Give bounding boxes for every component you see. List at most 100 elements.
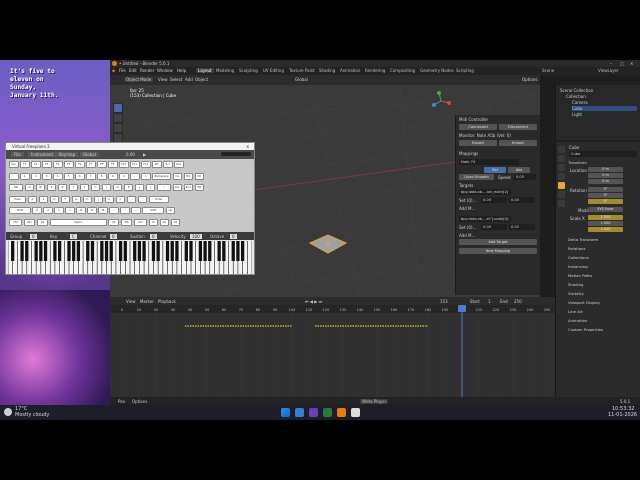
black-key[interactable] bbox=[118, 241, 123, 261]
location-x-field[interactable]: 0 m bbox=[588, 167, 623, 172]
keymap-key[interactable]: R bbox=[57, 184, 68, 191]
keymap-key[interactable]: Caps bbox=[9, 195, 27, 203]
white-key[interactable] bbox=[247, 241, 252, 274]
keymap-key[interactable]: = bbox=[141, 172, 151, 180]
keymap-key[interactable]: PU bbox=[194, 172, 204, 180]
viewport-menu-view[interactable]: View bbox=[158, 77, 168, 82]
keymap-key[interactable]: I bbox=[101, 184, 112, 191]
outliner-scene-collection[interactable]: Scene Collection bbox=[560, 88, 593, 93]
cursor-tool-icon[interactable] bbox=[114, 114, 122, 122]
section-relations[interactable]: Relations bbox=[568, 246, 585, 251]
keymap-key[interactable]: \ bbox=[156, 184, 171, 191]
tab-compositing[interactable]: Compositing bbox=[390, 68, 415, 73]
maximize-button[interactable]: □ bbox=[620, 61, 624, 66]
menu-window[interactable]: Window bbox=[157, 68, 173, 73]
keymap-key[interactable]: ; bbox=[126, 195, 137, 203]
scene-tab-icon[interactable] bbox=[558, 173, 565, 180]
blender-taskbar-icon[interactable] bbox=[337, 408, 346, 417]
keymap-key[interactable]: Hm bbox=[183, 172, 193, 180]
start-icon[interactable] bbox=[281, 408, 290, 417]
keymap-key[interactable]: , bbox=[109, 207, 119, 214]
black-key[interactable] bbox=[25, 241, 29, 261]
keymap-key[interactable]: J bbox=[93, 195, 104, 203]
section-viewport-display[interactable]: Viewport Display bbox=[568, 300, 600, 305]
keymap-key[interactable]: E bbox=[46, 184, 57, 191]
tab-modeling[interactable]: Modeling bbox=[216, 68, 234, 73]
keymap-key[interactable]: G bbox=[71, 195, 82, 203]
black-key[interactable] bbox=[11, 241, 15, 261]
keymap-key[interactable]: Win bbox=[23, 218, 36, 226]
timeline-menu-marker[interactable]: Marker bbox=[140, 299, 154, 304]
menu-edit[interactable]: Edit bbox=[129, 68, 137, 73]
black-key[interactable] bbox=[165, 241, 170, 261]
outliner-item-light[interactable]: Light bbox=[572, 112, 582, 117]
new-mapping-button[interactable]: New Mapping bbox=[459, 248, 537, 254]
black-key[interactable] bbox=[198, 241, 203, 261]
keymap-key[interactable]: Shift bbox=[142, 207, 165, 214]
object-name-field[interactable]: Cube bbox=[569, 151, 637, 157]
tab-rendering[interactable]: Rendering bbox=[365, 68, 385, 73]
keymap-key[interactable]: U bbox=[90, 184, 101, 191]
keymap-key[interactable]: D bbox=[49, 195, 60, 203]
keymap-key[interactable]: Enter bbox=[148, 195, 170, 203]
rotation-y-field[interactable]: 0° bbox=[588, 193, 623, 198]
black-key[interactable] bbox=[240, 241, 245, 261]
location-z-field[interactable]: 0 m bbox=[588, 179, 623, 184]
target-path-2[interactable]: bpy.data.ob....el"].scale[0] bbox=[459, 216, 511, 222]
keymap-key[interactable]: Z bbox=[32, 207, 42, 214]
clock-date[interactable]: 11-01-2026 bbox=[608, 412, 637, 418]
xbox-icon[interactable] bbox=[323, 408, 332, 417]
keymap-key[interactable]: F bbox=[60, 195, 71, 203]
rotate-tool-icon[interactable] bbox=[114, 134, 122, 142]
midi-connected-button[interactable]: Connected bbox=[459, 124, 497, 130]
keymap-key[interactable]: Alt bbox=[108, 218, 120, 226]
control-value[interactable]: 100 bbox=[190, 234, 202, 239]
black-key[interactable] bbox=[184, 241, 188, 261]
black-key[interactable] bbox=[100, 241, 104, 261]
close-button[interactable]: ✕ bbox=[630, 61, 633, 66]
black-key[interactable] bbox=[53, 241, 57, 261]
keymap-key[interactable]: 7 bbox=[86, 172, 96, 180]
viewport-menu-add[interactable]: Add bbox=[185, 77, 193, 82]
keymap-key[interactable]: L bbox=[115, 195, 126, 203]
tab-animation[interactable]: Animation bbox=[340, 68, 360, 73]
keymap-key[interactable]: V bbox=[65, 207, 75, 214]
visual-studio-icon[interactable] bbox=[309, 408, 318, 417]
black-key[interactable] bbox=[104, 241, 109, 261]
keymap-key[interactable]: Up bbox=[165, 207, 176, 214]
keymap-key[interactable]: F6 bbox=[75, 161, 85, 168]
transform-orientation[interactable]: Global bbox=[295, 77, 308, 82]
keymap-key[interactable]: W bbox=[35, 184, 46, 191]
modifier-tab-icon[interactable] bbox=[558, 191, 565, 198]
black-key[interactable] bbox=[20, 241, 24, 261]
black-key[interactable] bbox=[236, 241, 240, 261]
freepiano-menu-global[interactable]: Global bbox=[80, 152, 99, 157]
transform-section[interactable]: Transform bbox=[568, 160, 587, 165]
freepiano-menu-file[interactable]: File bbox=[11, 152, 24, 157]
black-key[interactable] bbox=[170, 241, 174, 261]
black-key[interactable] bbox=[175, 241, 179, 261]
add-target-button[interactable]: Add Target bbox=[459, 239, 537, 245]
black-key[interactable] bbox=[142, 241, 146, 261]
keymap-key[interactable]: - bbox=[130, 172, 140, 180]
minimize-button[interactable]: – bbox=[610, 61, 612, 66]
keymap-key[interactable]: / bbox=[131, 207, 141, 214]
black-key[interactable] bbox=[39, 241, 43, 261]
tab-texture-paint[interactable]: Texture Paint bbox=[289, 68, 315, 73]
menu-render[interactable]: Render bbox=[140, 68, 154, 73]
keymap-key[interactable]: T bbox=[68, 184, 79, 191]
render-tab-icon[interactable] bbox=[558, 155, 565, 162]
keymap-key[interactable]: A bbox=[27, 195, 38, 203]
menu-help[interactable]: Help bbox=[177, 68, 186, 73]
location-y-field[interactable]: 0 m bbox=[588, 173, 623, 178]
play-controls[interactable]: ⏮ ◀ ▶ ⏭ bbox=[305, 299, 322, 304]
black-key[interactable] bbox=[208, 241, 212, 261]
keymap-key[interactable]: Y bbox=[79, 184, 90, 191]
keymap-key[interactable]: 3 bbox=[42, 172, 52, 180]
black-key[interactable] bbox=[90, 241, 95, 261]
mapping-abs-toggle[interactable]: Abs bbox=[508, 167, 530, 173]
black-key[interactable] bbox=[34, 241, 38, 261]
freepiano-close-button[interactable]: ✕ bbox=[246, 144, 249, 149]
keymap-key[interactable]: O bbox=[112, 184, 123, 191]
timeline[interactable]: 0 10 20 30 40 50 60 70 80 90 100 110 120 130 140 150 160… bbox=[110, 305, 555, 397]
